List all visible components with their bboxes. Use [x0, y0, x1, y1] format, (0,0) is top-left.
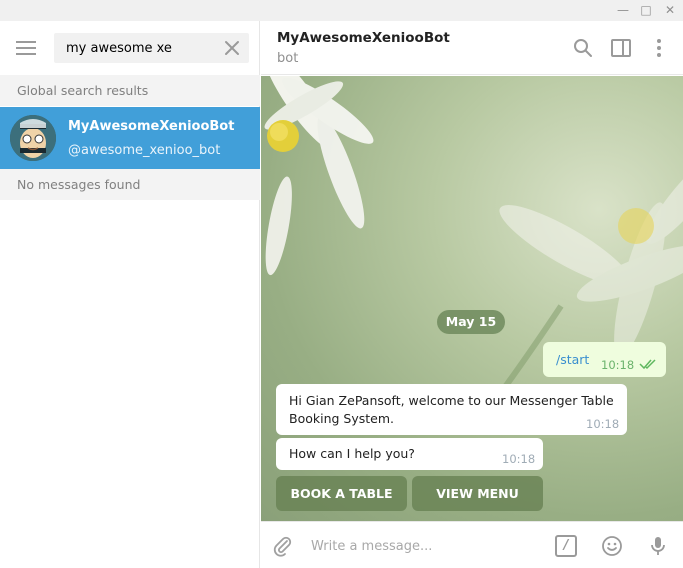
attach-icon[interactable]: [271, 534, 295, 558]
microphone-icon[interactable]: [646, 534, 670, 558]
maximize-button[interactable]: □: [634, 0, 658, 21]
result-username: @awesome_xenioo_bot: [68, 143, 221, 158]
command-link[interactable]: /start: [556, 352, 589, 367]
search-result-item[interactable]: MyAwesomeXeniooBot @awesome_xenioo_bot: [0, 107, 260, 169]
dialogs-panel: Global search results MyAwesomeXeniooBot…: [0, 21, 260, 568]
double-check-icon: [639, 359, 656, 370]
incoming-message: How can I help you? 10:18: [276, 438, 543, 470]
message-time: 10:18: [502, 452, 536, 466]
bot-command-icon[interactable]: /: [555, 535, 577, 557]
bot-avatar-icon: [10, 115, 56, 161]
chat-header: MyAwesomeXeniooBot bot: [261, 21, 683, 75]
menu-icon[interactable]: [16, 40, 36, 56]
result-name: MyAwesomeXeniooBot: [68, 119, 235, 134]
chat-title[interactable]: MyAwesomeXeniooBot: [277, 30, 450, 46]
book-table-button[interactable]: BOOK A TABLE: [276, 476, 407, 511]
message-text-line: Hi Gian ZePansoft, welcome to our Messen…: [289, 393, 614, 408]
date-separator: May 15: [437, 310, 505, 334]
clear-icon[interactable]: [221, 37, 243, 59]
search-box: [54, 33, 249, 63]
chat-subtitle: bot: [277, 51, 299, 66]
message-input[interactable]: [311, 534, 541, 558]
more-vertical-icon[interactable]: [647, 36, 671, 60]
incoming-message: Hi Gian ZePansoft, welcome to our Messen…: [276, 384, 627, 435]
chat-panel: MyAwesomeXeniooBot bot May 15 /start 10:…: [261, 21, 683, 568]
message-text-line: Booking System.: [289, 411, 394, 426]
outgoing-message: /start 10:18: [543, 342, 666, 377]
search-input[interactable]: [66, 37, 216, 59]
minimize-button[interactable]: —: [611, 0, 635, 21]
window-titlebar: — □ ✕: [0, 0, 683, 21]
chat-area[interactable]: May 15 /start 10:18 Hi Gian ZePansoft, w…: [261, 76, 683, 521]
view-menu-button[interactable]: VIEW MENU: [412, 476, 543, 511]
no-messages-header: No messages found: [0, 169, 260, 200]
emoji-icon[interactable]: [600, 534, 624, 558]
message-time: 10:18: [601, 358, 635, 372]
sidebar-toggle-icon[interactable]: [609, 36, 633, 60]
compose-bar: /: [261, 521, 683, 568]
search-icon[interactable]: [571, 36, 595, 60]
close-window-button[interactable]: ✕: [658, 0, 682, 21]
message-time: 10:18: [586, 417, 620, 431]
global-results-header: Global search results: [0, 75, 260, 106]
avatar: [10, 115, 56, 161]
message-text: How can I help you?: [289, 446, 415, 461]
